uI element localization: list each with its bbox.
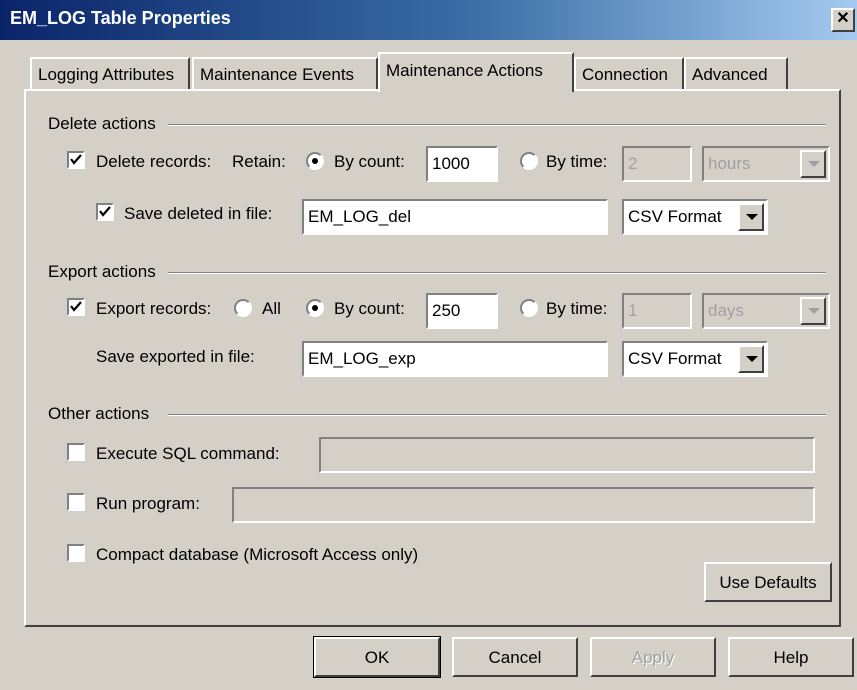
tab-label: Logging Attributes — [38, 65, 175, 84]
delete-count-input[interactable]: 1000 — [426, 146, 498, 182]
run-program-input[interactable] — [232, 487, 815, 523]
close-icon: ✕ — [836, 10, 850, 27]
delete-by-time-radio[interactable] — [520, 152, 538, 170]
export-by-time-label: By time: — [546, 299, 608, 318]
delete-records-label: Delete records: — [96, 152, 212, 171]
chevron-down-icon — [800, 297, 826, 325]
tab-advanced[interactable]: Advanced — [684, 57, 788, 89]
export-by-count-radio[interactable] — [306, 299, 324, 317]
chevron-down-icon — [738, 345, 764, 373]
export-records-checkbox[interactable] — [67, 298, 85, 316]
close-button[interactable]: ✕ — [831, 8, 855, 32]
checkmark-icon — [70, 301, 82, 312]
execute-sql-input[interactable] — [319, 437, 815, 473]
export-count-input[interactable]: 250 — [426, 293, 498, 329]
save-deleted-format-value: CSV Format — [628, 207, 722, 226]
export-by-count-label: By count: — [334, 299, 405, 318]
delete-time-unit-select[interactable]: hours — [702, 146, 830, 182]
export-all-label: All — [262, 299, 281, 318]
chevron-down-icon — [738, 203, 764, 231]
cancel-button[interactable]: Cancel — [452, 637, 578, 677]
export-all-radio[interactable] — [234, 299, 252, 317]
execute-sql-label: Execute SQL command: — [96, 444, 280, 463]
tab-label: Maintenance Actions — [386, 61, 543, 80]
save-deleted-file-input[interactable]: EM_LOG_del — [302, 199, 608, 235]
save-deleted-label: Save deleted in file: — [124, 204, 273, 223]
checkmark-icon — [99, 206, 111, 217]
export-time-input[interactable]: 1 — [622, 293, 692, 329]
tab-maintenance-actions[interactable]: Maintenance Actions — [378, 52, 574, 92]
export-by-time-radio[interactable] — [520, 299, 538, 317]
apply-button[interactable]: Apply — [590, 637, 716, 677]
save-exported-format-value: CSV Format — [628, 349, 722, 368]
delete-actions-label: Delete actions — [48, 114, 156, 133]
use-defaults-button[interactable]: Use Defaults — [704, 562, 832, 602]
run-program-label: Run program: — [96, 494, 200, 513]
chevron-down-icon — [800, 150, 826, 178]
delete-by-count-radio[interactable] — [306, 152, 324, 170]
export-records-label: Export records: — [96, 299, 212, 318]
export-time-unit-select[interactable]: days — [702, 293, 830, 329]
run-program-checkbox[interactable] — [67, 493, 85, 511]
save-deleted-format-select[interactable]: CSV Format — [622, 199, 768, 235]
export-time-unit-value: days — [708, 301, 744, 320]
other-actions-divider — [168, 414, 826, 416]
title-bar: EM_LOG Table Properties — [0, 0, 857, 40]
tab-label: Connection — [582, 65, 669, 84]
delete-time-input[interactable]: 2 — [622, 146, 692, 182]
ok-button[interactable]: OK — [313, 636, 441, 678]
export-actions-divider — [168, 272, 826, 274]
tab-connection[interactable]: Connection — [574, 57, 684, 89]
tab-logging-attributes[interactable]: Logging Attributes — [30, 57, 190, 89]
delete-time-unit-value: hours — [708, 154, 751, 173]
other-actions-label: Other actions — [48, 404, 150, 423]
save-exported-file-input[interactable]: EM_LOG_exp — [302, 341, 608, 377]
compact-database-checkbox[interactable] — [67, 544, 85, 562]
save-exported-label: Save exported in file: — [96, 347, 255, 366]
delete-by-count-label: By count: — [334, 152, 405, 171]
checkmark-icon — [70, 154, 82, 165]
save-exported-format-select[interactable]: CSV Format — [622, 341, 768, 377]
compact-database-label: Compact database (Microsoft Access only) — [96, 545, 419, 564]
retain-label: Retain: — [232, 152, 286, 171]
tab-label: Maintenance Events — [200, 65, 355, 84]
execute-sql-checkbox[interactable] — [67, 443, 85, 461]
save-deleted-checkbox[interactable] — [96, 203, 114, 221]
help-button[interactable]: Help — [728, 637, 854, 677]
delete-records-checkbox[interactable] — [67, 151, 85, 169]
delete-actions-divider — [168, 124, 826, 126]
export-actions-label: Export actions — [48, 262, 156, 281]
delete-by-time-label: By time: — [546, 152, 608, 171]
tab-label: Advanced — [692, 65, 768, 84]
tab-maintenance-events[interactable]: Maintenance Events — [192, 57, 378, 89]
window-title: EM_LOG Table Properties — [10, 8, 231, 28]
